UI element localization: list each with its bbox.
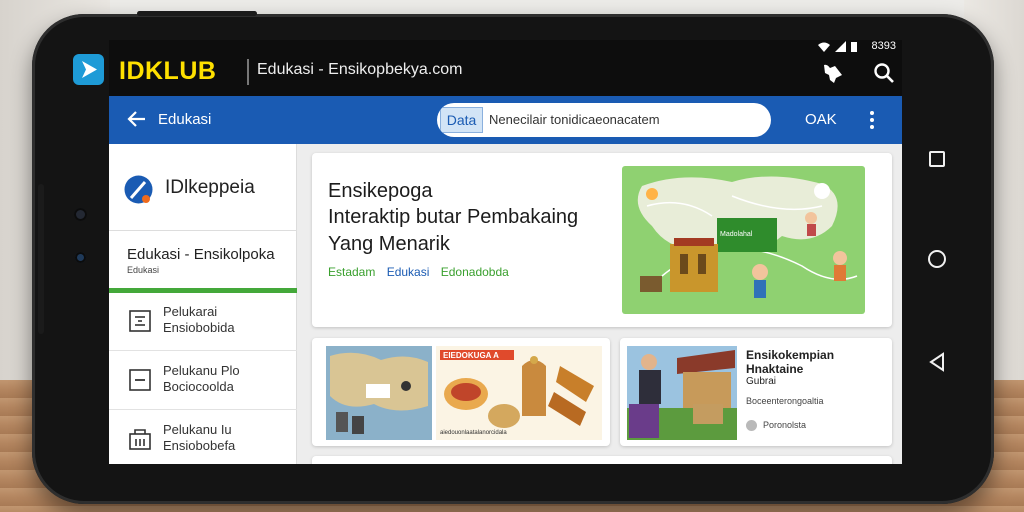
sidebar-title[interactable]: Edukasi - Ensikolpoka bbox=[127, 246, 275, 263]
article-subtitle: Boceenterongoaltia bbox=[746, 396, 824, 406]
hero-title-line3: Yang Menarik bbox=[328, 233, 450, 255]
volume-button[interactable] bbox=[38, 184, 44, 334]
food-thumbnail: EIEDOKUGA A aiedouonlaatalanorcidala bbox=[436, 346, 602, 440]
sidebar-item-label: Pelukanu Iu bbox=[163, 422, 232, 437]
app-bar: IDKLUB Edukasi - Ensikopbekya.com bbox=[109, 54, 902, 96]
status-time: 8393 bbox=[871, 40, 896, 52]
food-caption-text: aiedouonlaatalanorcidala bbox=[440, 430, 507, 436]
food-card[interactable]: EIEDOKUGA A aiedouonlaatalanorcidala bbox=[312, 338, 610, 446]
world-map-illustration: Madolahal bbox=[637, 176, 858, 298]
article-meta: Poronolsta bbox=[763, 420, 807, 430]
app-brand[interactable]: IDKLUB bbox=[119, 57, 216, 86]
article-card[interactable]: Ensikokempian Hnaktaine Gubrai Boceenter… bbox=[620, 338, 892, 446]
search-tag[interactable]: Data bbox=[440, 107, 483, 133]
sidebar-item-3[interactable]: Pelukanu Iu Ensiobobefa bbox=[109, 411, 297, 464]
article-title-line3: Gubrai bbox=[746, 376, 777, 387]
hero-tag[interactable]: Edukasi bbox=[387, 265, 430, 279]
app-logo[interactable] bbox=[73, 54, 104, 85]
sensor-dot bbox=[75, 252, 86, 263]
signal-icon bbox=[835, 41, 846, 52]
sidebar-divider bbox=[109, 230, 297, 231]
hero-title-line2: Interaktip butar Pembakaing bbox=[328, 206, 579, 228]
sidebar-item-sublabel: Bociocoolda bbox=[163, 379, 234, 394]
battery-icon bbox=[851, 42, 857, 52]
list-icon bbox=[129, 310, 151, 332]
sidebar-item-label: Pelukarai bbox=[163, 304, 218, 319]
sidebar: IDlkeppeia Edukasi - Ensikolpoka Edukasi… bbox=[109, 144, 297, 464]
hero-card[interactable]: Ensikepoga Interaktip butar Pembakaing Y… bbox=[312, 153, 892, 327]
search-icon[interactable] bbox=[872, 61, 896, 85]
front-camera bbox=[74, 208, 87, 221]
sidebar-item-sublabel: Ensiobobefa bbox=[163, 438, 236, 453]
hero-map-label: Madolahal bbox=[720, 231, 753, 238]
sidebar-subtitle: Edukasi bbox=[127, 265, 160, 275]
power-button[interactable] bbox=[137, 11, 257, 16]
article-title-line2: Hnaktaine bbox=[746, 362, 804, 376]
search-input[interactable]: Nenecilair tonidicaeonacatem bbox=[489, 112, 660, 127]
site-title: Edukasi - Ensikopbekya.com bbox=[257, 61, 463, 78]
article-title-line1: Ensikokempian bbox=[746, 348, 835, 362]
square-recents-icon[interactable] bbox=[928, 150, 946, 168]
sidebar-brand: IDlkeppeia bbox=[165, 177, 255, 198]
author-avatar bbox=[746, 420, 757, 431]
compass-logo-icon bbox=[124, 175, 153, 204]
next-card-peek bbox=[312, 456, 892, 464]
article-thumbnail bbox=[627, 346, 737, 440]
building-icon bbox=[129, 429, 151, 450]
status-bar: 8393 bbox=[109, 40, 902, 54]
nav-back-label[interactable]: Edukasi bbox=[158, 111, 211, 128]
hero-illustration: Madolahal bbox=[622, 166, 865, 314]
triangle-back-icon[interactable] bbox=[928, 352, 946, 372]
sidebar-item-2[interactable]: Pelukanu Plo Bociocoolda bbox=[109, 352, 297, 410]
hero-tag[interactable]: Estadam bbox=[328, 265, 375, 279]
hero-title-line1: Ensikepoga bbox=[328, 180, 433, 202]
minus-box-icon bbox=[129, 369, 151, 391]
navigation-bar: Edukasi Data Nenecilair tonidicaeonacate… bbox=[109, 96, 902, 144]
hero-tag[interactable]: Edonadobda bbox=[441, 265, 509, 279]
back-arrow-icon[interactable] bbox=[127, 109, 147, 129]
hero-tags: Estadam Edukasi Edonadobda bbox=[328, 265, 517, 279]
map-thumbnail bbox=[326, 346, 432, 440]
sidebar-item-label: Pelukanu Plo bbox=[163, 363, 240, 378]
sidebar-item-sublabel: Ensiobobida bbox=[163, 320, 235, 335]
title-divider bbox=[247, 59, 249, 85]
search-bar[interactable]: Data Nenecilair tonidicaeonacatem bbox=[437, 103, 771, 137]
nav-action-button[interactable]: OAK bbox=[805, 111, 837, 128]
play-logo-icon bbox=[82, 61, 97, 78]
food-banner-text: EIEDOKUGA A bbox=[443, 351, 499, 360]
kebab-menu-icon[interactable] bbox=[869, 110, 875, 130]
sidebar-item-1[interactable]: Pelukarai Ensiobobida bbox=[109, 293, 297, 351]
circle-home-icon[interactable] bbox=[927, 249, 947, 269]
phone-screen: 8393 IDKLUB Edukasi - Ensikopbekya.com E… bbox=[109, 40, 902, 464]
announce-icon[interactable] bbox=[821, 61, 845, 85]
wifi-icon bbox=[818, 42, 830, 52]
